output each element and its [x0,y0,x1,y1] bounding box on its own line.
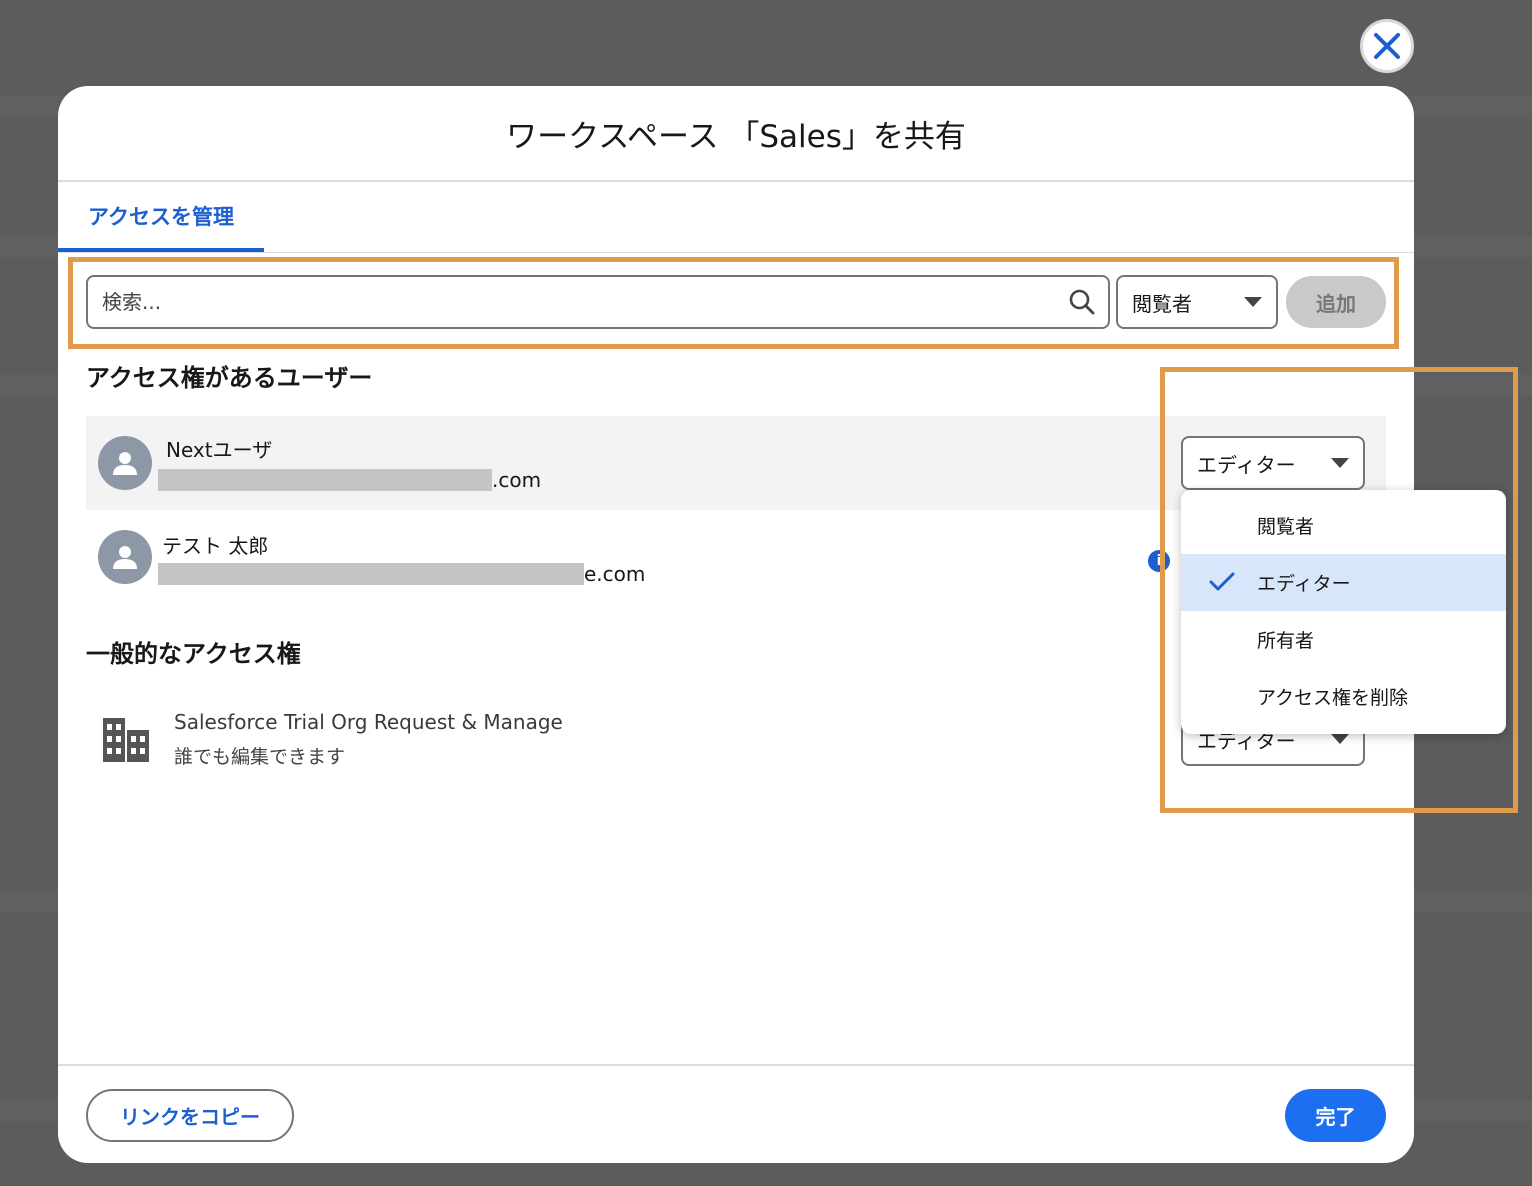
user-role-select[interactable]: エディター [1181,436,1365,490]
search-field[interactable] [86,275,1110,329]
menu-item-viewer[interactable]: 閲覧者 [1181,497,1506,554]
user-name: テスト 太郎 [162,534,269,558]
redacted-email [158,469,492,491]
chevron-down-icon [1244,297,1262,307]
redacted-email [158,563,584,585]
footer-divider [58,1064,1414,1066]
user-email: .com [158,468,541,492]
chevron-down-icon [1331,734,1349,744]
general-section-heading: 一般的なアクセス権 [86,640,301,668]
check-icon [1209,572,1235,591]
user-email: e.com [158,562,645,586]
copy-link-button[interactable]: リンクをコピー [86,1089,294,1142]
info-icon[interactable]: i [1148,550,1170,572]
done-button[interactable]: 完了 [1285,1089,1386,1142]
org-name: Salesforce Trial Org Request & Manage [174,710,563,734]
user-avatar-icon [98,530,152,584]
role-select[interactable]: 閲覧者 [1116,275,1278,329]
tab-manage-access[interactable]: アクセスを管理 [58,184,264,252]
menu-item-remove-access[interactable]: アクセス権を削除 [1181,668,1506,725]
user-name: Nextユーザ [166,438,273,462]
search-input[interactable] [102,290,1068,314]
user-role-value: エディター [1197,452,1296,477]
role-dropdown-menu: 閲覧者 エディター 所有者 アクセス権を削除 [1181,490,1506,734]
add-button[interactable]: 追加 [1286,276,1386,328]
tab-divider [58,252,1414,253]
role-select-value: 閲覧者 [1132,291,1192,316]
building-icon [103,718,149,762]
users-section-heading: アクセス権があるユーザー [86,364,373,392]
chevron-down-icon [1331,458,1349,468]
menu-item-owner[interactable]: 所有者 [1181,611,1506,668]
org-access-description: 誰でも編集できます [174,746,346,768]
user-avatar-icon [98,436,152,490]
close-button[interactable] [1360,19,1414,73]
modal-title: ワークスペース 「Sales」を共有 [58,86,1414,182]
menu-item-editor[interactable]: エディター [1181,554,1506,611]
search-icon [1069,289,1095,315]
close-icon [1374,33,1400,59]
